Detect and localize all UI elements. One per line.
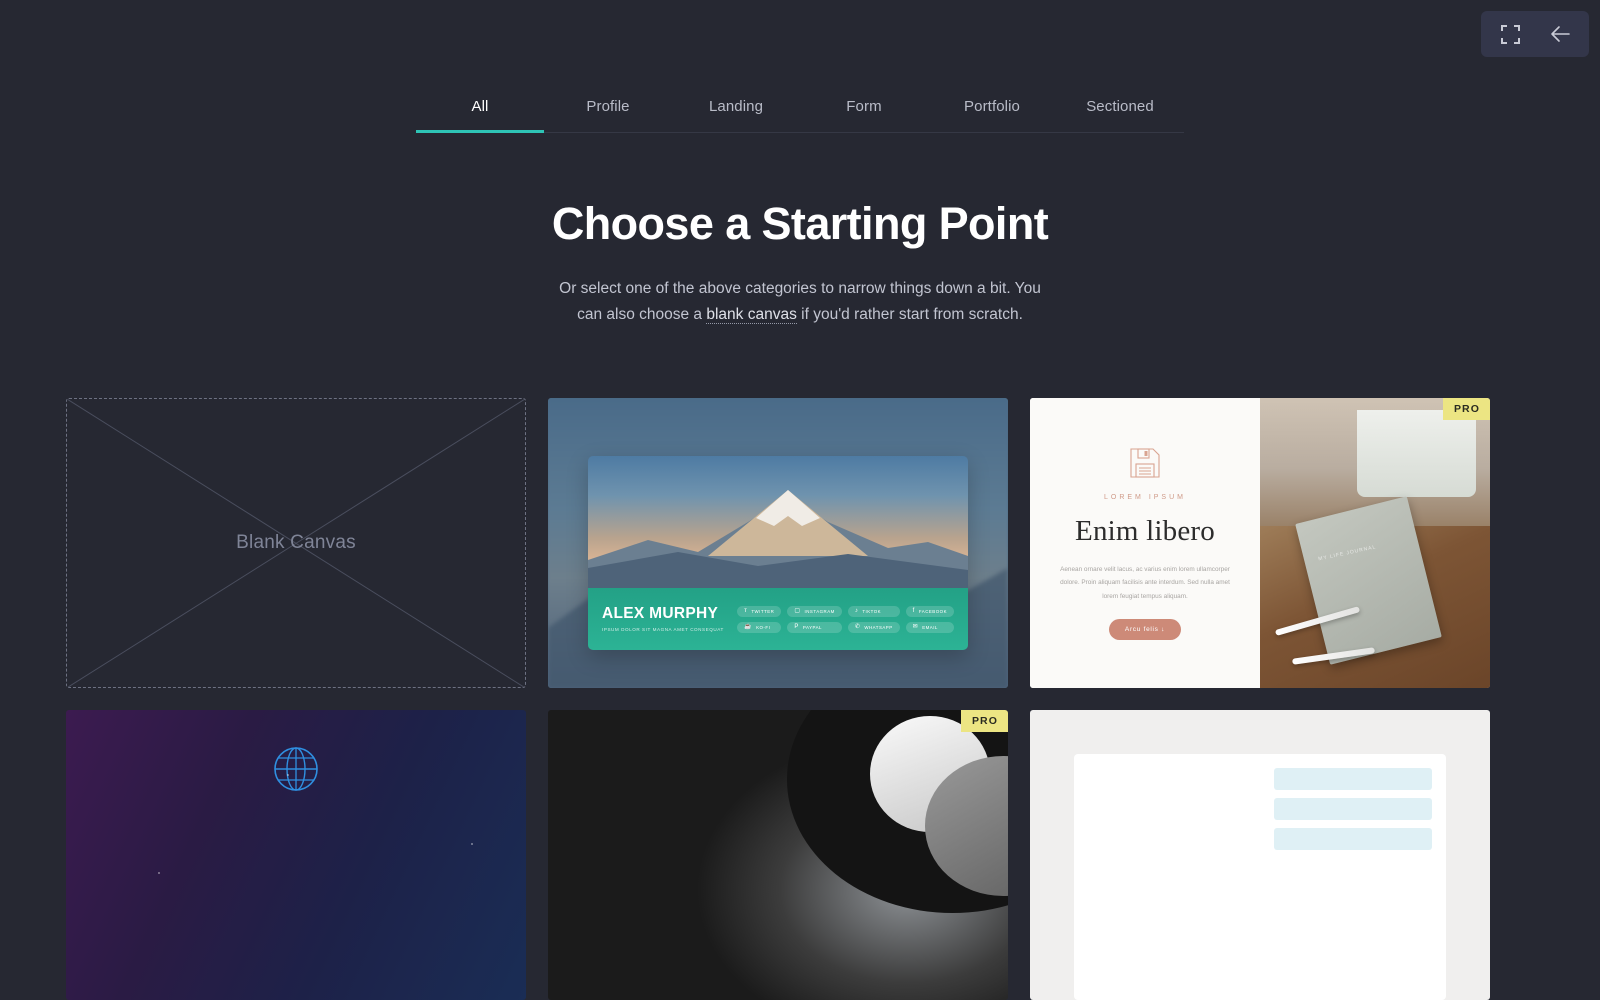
social-link-kofi[interactable]: ☕ KO-FI: [737, 621, 782, 633]
form-preview-right: [1260, 754, 1446, 1000]
form-field-placeholder: [1274, 828, 1432, 850]
tab-label: All: [471, 98, 489, 115]
hero-subtitle: Or select one of the above categories to…: [550, 276, 1050, 329]
social-label: EMAIL: [922, 624, 938, 630]
marquee-select-icon: [1500, 24, 1520, 44]
profile-name: ALEX MURPHY: [602, 605, 719, 623]
social-label: FACEBOOK: [918, 608, 947, 614]
social-link-facebook[interactable]: f FACEBOOK: [905, 605, 954, 617]
social-link-email[interactable]: ✉ EMAIL: [905, 621, 954, 633]
mountain-photo: [588, 456, 968, 588]
form-field-placeholder: [1274, 768, 1432, 790]
form-field-placeholder: [1274, 798, 1432, 820]
tab-form[interactable]: Form: [800, 88, 928, 133]
star-decoration: [470, 843, 473, 846]
whatsapp-icon: ✆: [854, 624, 861, 630]
tab-label: Landing: [708, 98, 764, 115]
enim-content: LOREM IPSUM Enim libero Aenean ornare ve…: [1030, 398, 1260, 688]
social-label: TWITTER: [751, 608, 775, 614]
profile-tagline: IPSUM DOLOR SIT MAGNA AMET CONSEQUAT: [602, 626, 724, 632]
template-card-photo-sectioned[interactable]: PRO: [548, 710, 1008, 1000]
enim-eyebrow: LOREM IPSUM: [1103, 493, 1186, 501]
tiktok-icon: ♪: [854, 608, 859, 614]
arrow-left-icon: [1551, 26, 1570, 42]
template-grid: Blank Canvas ALEX MURPHY IPSUM DOLOR SIT…: [66, 398, 1494, 1000]
status-badge-pro: PRO: [960, 710, 1008, 732]
tassel-blanket: [1356, 409, 1477, 497]
profile-identity: ALEX MURPHY IPSUM DOLOR SIT MAGNA AMET C…: [602, 606, 724, 632]
email-icon: ✉: [912, 624, 919, 630]
facebook-icon: f: [912, 608, 915, 614]
floating-toolbar: [1481, 11, 1589, 57]
social-label: PAYPAL: [802, 624, 822, 630]
tab-label: Profile: [586, 98, 630, 115]
floppy-disk-icon: [1130, 448, 1160, 478]
page-title: Choose a Starting Point: [551, 198, 1049, 249]
tab-profile[interactable]: Profile: [544, 88, 672, 133]
social-link-twitter[interactable]: ᴛ TWITTER: [737, 605, 782, 617]
template-card-blank-canvas[interactable]: Blank Canvas: [66, 398, 526, 688]
tab-label: Sectioned: [1086, 98, 1154, 115]
enim-title: Enim libero: [1075, 514, 1215, 547]
mountain-shape: [588, 490, 968, 588]
globe-icon: [274, 747, 318, 791]
form-preview-panel: [1074, 754, 1446, 1000]
kofi-icon: ☕: [744, 624, 753, 630]
social-label: TIKTOK: [862, 608, 882, 614]
profile-footer: ALEX MURPHY IPSUM DOLOR SIT MAGNA AMET C…: [588, 588, 968, 650]
journal-label: MY LIFE JOURNAL: [1317, 544, 1377, 563]
tab-sectioned[interactable]: Sectioned: [1056, 88, 1184, 133]
blank-canvas-link[interactable]: blank canvas: [706, 306, 797, 325]
enim-body: Aenean ornare velit lacus, ac varius eni…: [1060, 565, 1230, 600]
enim-cta-button[interactable]: Arcu felis ↓: [1108, 619, 1182, 641]
template-card-profile-mountain[interactable]: ALEX MURPHY IPSUM DOLOR SIT MAGNA AMET C…: [548, 398, 1008, 688]
paypal-icon: P: [794, 624, 799, 630]
marquee-select-button[interactable]: [1485, 12, 1535, 56]
twitter-icon: ᴛ: [744, 608, 748, 614]
social-label: WHATSAPP: [864, 624, 893, 630]
social-link-paypal[interactable]: P PAYPAL: [787, 621, 842, 633]
category-tabs: All Profile Landing Form Portfolio Secti…: [0, 88, 1600, 133]
star-decoration: [286, 773, 289, 776]
tab-label: Portfolio: [964, 98, 1020, 115]
enim-photo: MY LIFE JOURNAL: [1260, 398, 1490, 688]
blank-canvas-label: Blank Canvas: [236, 532, 356, 553]
profile-preview-panel: ALEX MURPHY IPSUM DOLOR SIT MAGNA AMET C…: [588, 456, 968, 650]
back-button[interactable]: [1535, 12, 1585, 56]
social-link-whatsapp[interactable]: ✆ WHATSAPP: [847, 621, 900, 633]
hero-subtitle-part2: if you'd rather start from scratch.: [796, 306, 1023, 324]
template-card-light-form[interactable]: [1030, 710, 1490, 1000]
social-link-instagram[interactable]: ▢ INSTAGRAM: [787, 605, 842, 617]
tab-all[interactable]: All: [416, 88, 544, 133]
star-decoration: [158, 872, 160, 875]
tab-portfolio[interactable]: Portfolio: [928, 88, 1056, 133]
template-card-globe-landing[interactable]: [66, 710, 526, 1000]
instagram-icon: ▢: [794, 608, 801, 614]
tab-label: Form: [846, 98, 882, 115]
template-card-enim-libero[interactable]: PRO LOREM IPSUM Enim libero Aenean ornar…: [1030, 398, 1490, 688]
hero-section: Choose a Starting Point Or select one of…: [0, 198, 1600, 329]
social-link-tiktok[interactable]: ♪ TIKTOK: [847, 605, 900, 617]
form-preview-left: [1074, 754, 1260, 1000]
tab-landing[interactable]: Landing: [672, 88, 800, 133]
social-label: INSTAGRAM: [804, 608, 835, 614]
social-label: KO-FI: [756, 624, 771, 630]
status-badge-pro: PRO: [1442, 398, 1490, 420]
social-links: ᴛ TWITTER ▢ INSTAGRAM ♪ TIKTOK f FACEBOO…: [737, 605, 954, 633]
